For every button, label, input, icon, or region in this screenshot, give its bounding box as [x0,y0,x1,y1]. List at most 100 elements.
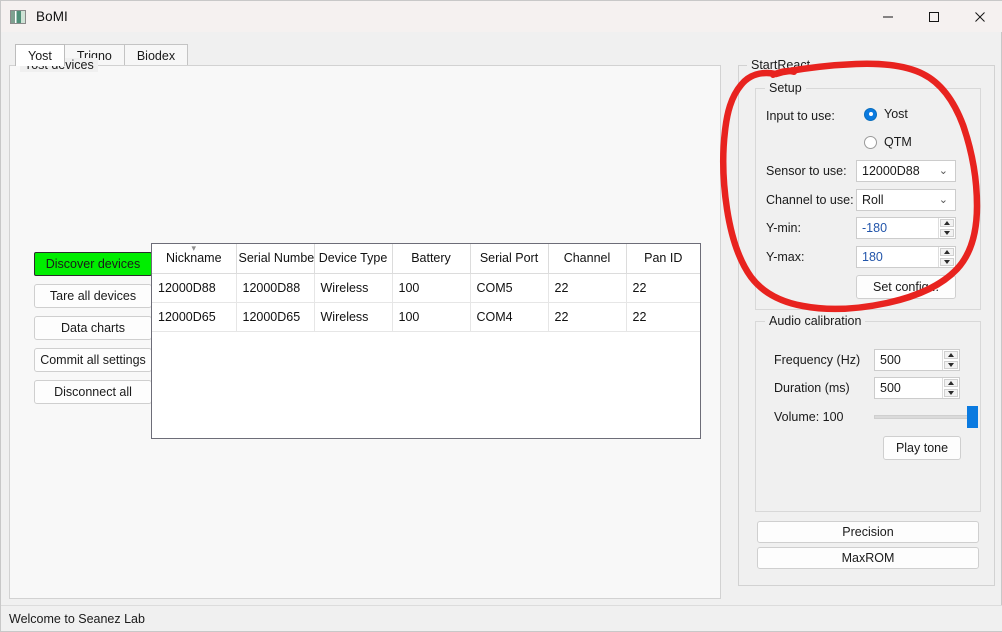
cell-serial-port: COM5 [470,273,549,303]
triangle-up-icon [944,221,950,225]
ymax-stepper-buttons [938,247,955,267]
duration-decrement-button[interactable] [944,389,958,397]
yost-devices-group: Yost devices Discover devices Tare all d… [9,58,721,599]
tab-biodex[interactable]: Biodex [123,44,189,66]
duration-label: Duration (ms) [774,381,850,395]
ymin-decrement-button[interactable] [940,229,954,237]
ymin-increment-button[interactable] [940,219,954,227]
status-bar: Welcome to Seanez Lab [1,605,1002,631]
device-action-buttons: Discover devices Tare all devices Data c… [34,252,152,412]
volume-slider-thumb[interactable] [967,406,978,428]
radio-qtm-label: QTM [884,135,912,149]
tab-yost[interactable]: Yost [15,44,65,66]
data-charts-button[interactable]: Data charts [34,316,152,340]
radio-qtm-indicator [864,135,877,149]
disconnect-all-button[interactable]: Disconnect all [34,380,152,404]
duration-row: Duration (ms) [774,381,850,395]
duration-stepper-buttons [942,378,959,398]
set-config-button[interactable]: Set config... [856,275,956,299]
table-row[interactable]: 12000D88 12000D88 Wireless 100 COM5 22 2… [152,273,700,303]
column-header-pan-id[interactable]: Pan ID [626,244,700,274]
sensor-to-use-value: 12000D88 [862,164,920,178]
ymax-value: 180 [862,250,883,264]
radio-yost-indicator [864,107,877,121]
setup-group: Setup Input to use: Yost QTM Sensor to u… [755,81,981,310]
sensor-to-use-label: Sensor to use: [766,164,847,178]
precision-button[interactable]: Precision [757,521,979,543]
radio-qtm[interactable]: QTM [864,135,912,149]
tare-all-devices-button[interactable]: Tare all devices [34,284,152,308]
column-header-serial-number[interactable]: Serial Number [236,244,315,274]
maximize-icon[interactable] [911,1,957,32]
cell-device-type: Wireless [314,273,393,303]
column-header-pan-id-label: Pan ID [644,251,683,266]
cell-channel: 22 [548,302,627,332]
tab-biodex-label: Biodex [136,48,176,63]
audio-calibration-legend: Audio calibration [765,314,866,328]
startreact-group: StartReact Setup Input to use: Yost QTM … [738,58,995,586]
duration-stepper[interactable]: 500 [874,377,960,399]
ymin-stepper-buttons [938,218,955,238]
ymin-stepper[interactable]: -180 [856,217,956,239]
triangle-up-icon [944,250,950,254]
minimize-icon[interactable] [865,1,911,32]
column-header-battery[interactable]: Battery [392,244,471,274]
column-header-channel[interactable]: Channel [548,244,627,274]
cell-serial-port: COM4 [470,302,549,332]
app-window: BoMI Yost Trigno Biodex Yost devices Dis… [0,0,1002,632]
maxrom-button[interactable]: MaxROM [757,547,979,569]
audio-calibration-group: Audio calibration Frequency (Hz) 500 Dur… [755,314,981,512]
tab-bar: Yost Trigno Biodex [15,44,189,66]
column-header-serial-number-label: Serial Number [238,251,314,266]
channel-to-use-row: Channel to use: [766,193,854,207]
close-icon[interactable] [957,1,1002,32]
discover-devices-button[interactable]: Discover devices [34,252,152,276]
duration-increment-button[interactable] [944,379,958,387]
column-header-device-type[interactable]: Device Type [314,244,393,274]
sensor-to-use-row: Sensor to use: [766,164,847,178]
frequency-row: Frequency (Hz) [774,353,860,367]
ymin-label: Y-min: [766,221,801,235]
volume-slider[interactable] [874,406,978,428]
column-header-nickname-label: Nickname [165,251,222,266]
devices-table-container: ▾ Nickname Serial Number Device Type Bat… [151,243,701,439]
triangle-down-icon [948,363,954,367]
ymax-increment-button[interactable] [940,248,954,256]
column-header-serial-port-label: Serial Port [479,251,539,266]
column-header-nickname[interactable]: ▾ Nickname [152,244,237,274]
frequency-decrement-button[interactable] [944,361,958,369]
triangle-up-icon [948,381,954,385]
ymax-stepper[interactable]: 180 [856,246,956,268]
table-header-row: ▾ Nickname Serial Number Device Type Bat… [152,244,700,274]
ymax-row: Y-max: [766,250,804,264]
triangle-down-icon [944,231,950,235]
radio-yost[interactable]: Yost [864,107,908,121]
play-tone-button[interactable]: Play tone [883,436,961,460]
sensor-to-use-select[interactable]: 12000D88 ⌄ [856,160,956,182]
volume-label: Volume: 100 [774,410,844,424]
frequency-stepper[interactable]: 500 [874,349,960,371]
cell-nickname: 12000D88 [152,273,237,303]
frequency-value: 500 [880,353,901,367]
column-header-channel-label: Channel [563,251,611,266]
triangle-up-icon [948,353,954,357]
volume-row: Volume: 100 [774,410,844,424]
cell-battery: 100 [392,302,471,332]
channel-to-use-select[interactable]: Roll ⌄ [856,189,956,211]
table-row[interactable]: 12000D65 12000D65 Wireless 100 COM4 22 2… [152,302,700,332]
volume-slider-track [874,415,978,419]
column-header-serial-port[interactable]: Serial Port [470,244,549,274]
chevron-down-icon: ▾ [191,244,197,253]
tab-yost-label: Yost [28,48,52,63]
input-to-use-row: Input to use: [766,109,835,123]
frequency-stepper-buttons [942,350,959,370]
cell-channel: 22 [548,273,627,303]
frequency-increment-button[interactable] [944,351,958,359]
cell-serial-number: 12000D88 [236,273,315,303]
devices-table: ▾ Nickname Serial Number Device Type Bat… [152,244,700,332]
ymax-decrement-button[interactable] [940,258,954,266]
duration-value: 500 [880,381,901,395]
radio-yost-label: Yost [884,107,908,121]
cell-nickname: 12000D65 [152,302,237,332]
commit-all-settings-button[interactable]: Commit all settings [34,348,152,372]
